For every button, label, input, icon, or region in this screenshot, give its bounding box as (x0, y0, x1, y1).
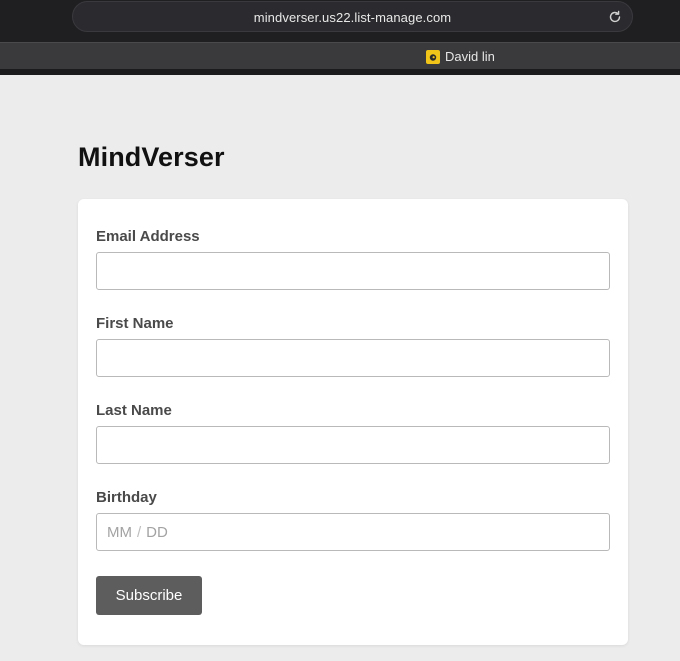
first-name-field-group: First Name (96, 315, 610, 377)
birthday-month-placeholder[interactable]: MM (107, 524, 132, 541)
browser-toolbar: mindverser.us22.list-manage.com (0, 0, 680, 42)
address-bar[interactable]: mindverser.us22.list-manage.com (72, 1, 633, 32)
birthday-separator: / (137, 523, 142, 541)
page-title: MindVerser (78, 142, 225, 172)
email-field-group: Email Address (96, 228, 610, 290)
reload-icon[interactable] (608, 10, 622, 24)
email-input[interactable] (96, 252, 610, 290)
first-name-label: First Name (96, 315, 174, 332)
last-name-label: Last Name (96, 402, 172, 419)
bookmarks-bar: David lin (0, 42, 680, 69)
birthday-label: Birthday (96, 489, 157, 506)
subscribe-button[interactable]: Subscribe (96, 576, 202, 615)
birthday-field-group: Birthday MM / DD (96, 489, 610, 551)
last-name-field-group: Last Name (96, 402, 610, 464)
birthday-day-placeholder[interactable]: DD (146, 524, 168, 541)
url-text[interactable]: mindverser.us22.list-manage.com (73, 10, 632, 25)
birthday-input[interactable]: MM / DD (96, 513, 610, 551)
mailchimp-icon (426, 49, 440, 64)
first-name-input[interactable] (96, 339, 610, 377)
email-label: Email Address (96, 228, 200, 245)
bookmark-david-lin[interactable]: David lin (426, 48, 495, 65)
bookmark-label: David lin (445, 49, 495, 64)
last-name-input[interactable] (96, 426, 610, 464)
toolbar-divider (0, 69, 680, 75)
signup-form: Email Address First Name Last Name Birth… (78, 199, 628, 645)
